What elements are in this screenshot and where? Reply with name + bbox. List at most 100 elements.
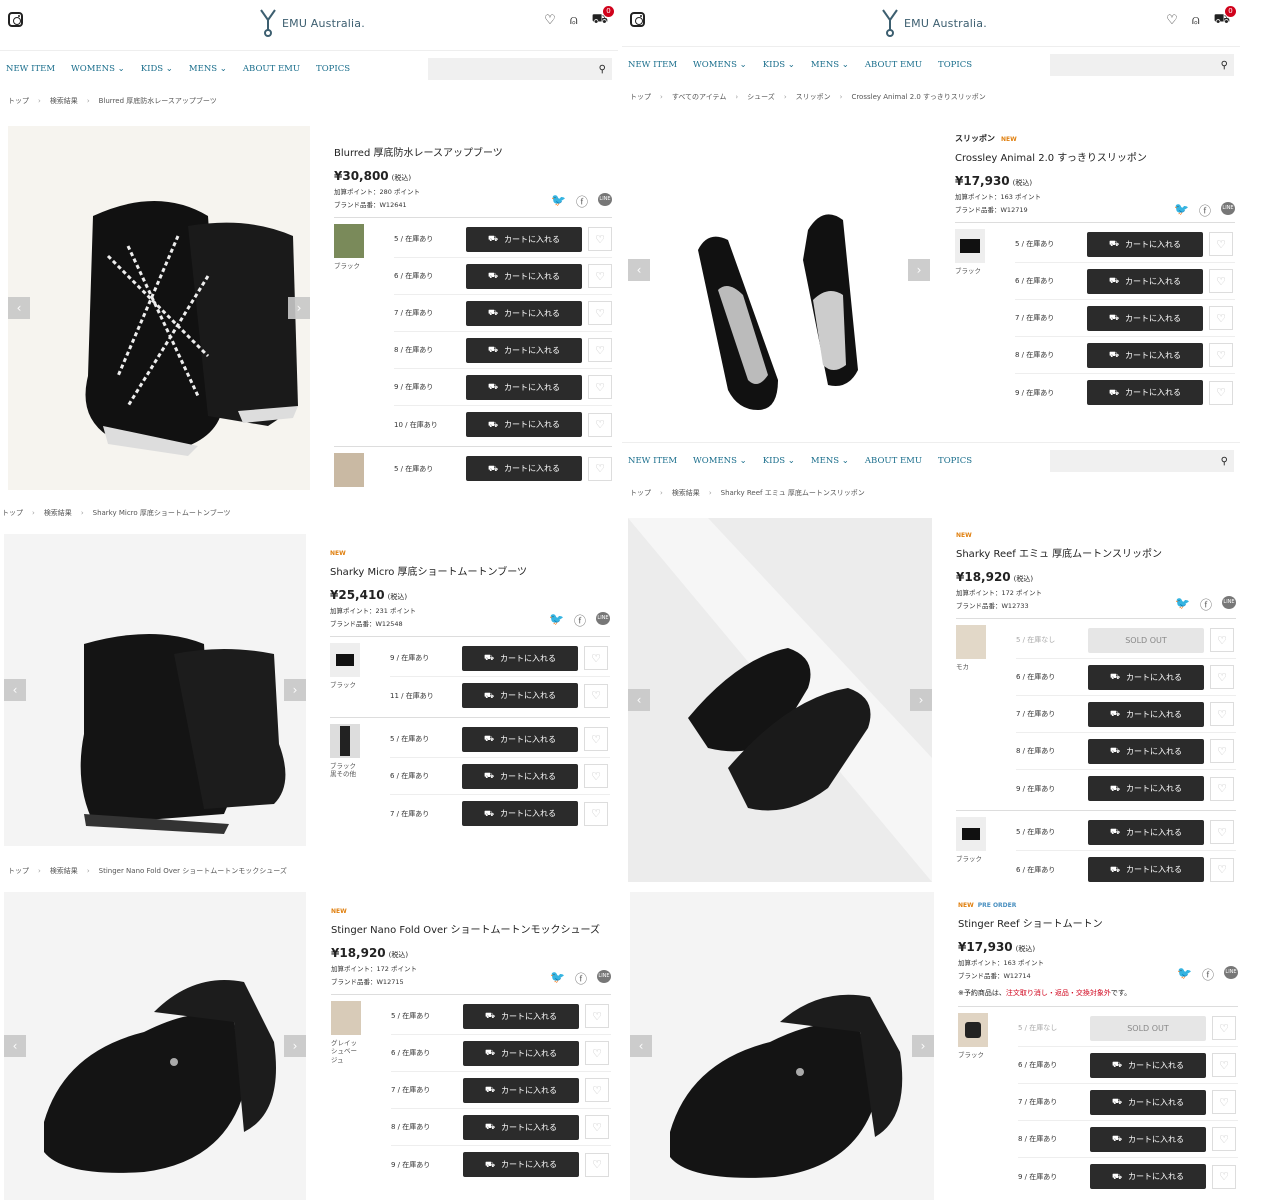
twitter-icon[interactable]: 🐦 — [1175, 596, 1190, 613]
instagram-icon[interactable] — [8, 12, 23, 27]
account-icon[interactable]: ⍝ — [1192, 13, 1200, 28]
facebook-icon[interactable]: ⓕ — [576, 193, 588, 210]
facebook-icon[interactable]: ⓕ — [1200, 596, 1212, 613]
line-icon[interactable]: LINE — [598, 193, 612, 206]
instagram-icon[interactable] — [630, 12, 645, 27]
cart-link[interactable]: ⛟ 0 — [1214, 6, 1236, 29]
nav-new-item[interactable]: NEW ITEM — [628, 60, 677, 70]
add-to-cart-button[interactable]: ⛟ カートに入れる — [466, 300, 582, 326]
add-to-cart-button[interactable]: ⛟ カートに入れる — [1087, 231, 1203, 257]
crumb-top[interactable]: トップ — [630, 489, 651, 497]
nav-about[interactable]: ABOUT EMU — [865, 456, 922, 466]
favorite-heart-icon[interactable]: ♡ — [1212, 1016, 1236, 1040]
favorite-heart-icon[interactable]: ♡ — [1210, 665, 1234, 689]
search-input[interactable]: ⚲ — [1050, 54, 1234, 76]
carousel-prev-button[interactable]: ‹ — [4, 679, 26, 701]
carousel-next-button[interactable]: › — [908, 259, 930, 281]
nav-womens[interactable]: WOMENS ⌄ — [71, 64, 125, 74]
nav-womens[interactable]: WOMENS ⌄ — [693, 456, 747, 466]
add-to-cart-button[interactable]: ⛟ カートに入れる — [466, 412, 582, 437]
color-swatch[interactable]: ブラック — [955, 229, 985, 275]
twitter-icon[interactable]: 🐦 — [1177, 966, 1192, 983]
favorite-heart-icon[interactable]: ♡ — [1210, 857, 1234, 882]
color-swatch[interactable]: ブラック — [334, 224, 364, 270]
favorite-heart-icon[interactable]: ♡ — [584, 801, 608, 826]
favorite-heart-icon[interactable]: ♡ — [1210, 776, 1234, 801]
line-icon[interactable]: LINE — [596, 612, 610, 625]
crumb-top[interactable]: トップ — [8, 97, 29, 105]
favorite-heart-icon[interactable]: ♡ — [585, 1078, 609, 1102]
favorite-heart-icon[interactable]: ♡ — [1210, 739, 1234, 763]
favorite-heart-icon[interactable]: ♡ — [588, 227, 612, 251]
wishlist-heart-icon[interactable]: ♡ — [1166, 13, 1178, 28]
logo[interactable]: EMU Australia. — [880, 8, 987, 38]
favorite-heart-icon[interactable]: ♡ — [1209, 232, 1233, 256]
nav-mens[interactable]: MENS ⌄ — [811, 60, 849, 70]
facebook-icon[interactable]: ⓕ — [1199, 202, 1211, 219]
favorite-heart-icon[interactable]: ♡ — [585, 1041, 609, 1065]
add-to-cart-button[interactable]: ⛟ カートに入れる — [1090, 1089, 1206, 1115]
favorite-heart-icon[interactable]: ♡ — [584, 764, 608, 788]
favorite-heart-icon[interactable]: ♡ — [588, 456, 612, 481]
crumb-search[interactable]: 検索結果 — [50, 97, 78, 105]
crumb-slipon[interactable]: スリッポン — [796, 93, 831, 101]
add-to-cart-button[interactable]: ⛟ カートに入れる — [462, 726, 578, 752]
add-to-cart-button[interactable]: ⛟ カートに入れる — [462, 683, 578, 708]
add-to-cart-button[interactable]: ⛟ カートに入れる — [1088, 776, 1204, 801]
add-to-cart-button[interactable]: ⛟ カートに入れる — [463, 1152, 579, 1177]
favorite-heart-icon[interactable]: ♡ — [1209, 306, 1233, 330]
crumb-shoes[interactable]: シューズ — [747, 93, 775, 101]
twitter-icon[interactable]: 🐦 — [549, 612, 564, 629]
carousel-next-button[interactable]: › — [284, 1035, 306, 1057]
favorite-heart-icon[interactable]: ♡ — [1209, 269, 1233, 293]
facebook-icon[interactable]: ⓕ — [574, 612, 586, 629]
nav-new-item[interactable]: NEW ITEM — [628, 456, 677, 466]
nav-kids[interactable]: KIDS ⌄ — [141, 64, 173, 74]
add-to-cart-button[interactable]: ⛟ カートに入れる — [466, 263, 582, 289]
color-swatch[interactable]: ブラック — [956, 817, 986, 863]
search-input[interactable]: ⚲ — [428, 58, 612, 80]
favorite-heart-icon[interactable]: ♡ — [1212, 1164, 1236, 1189]
crumb-all[interactable]: すべてのアイテム — [672, 93, 727, 101]
search-input[interactable]: ⚲ — [1050, 450, 1234, 472]
favorite-heart-icon[interactable]: ♡ — [584, 646, 608, 670]
twitter-icon[interactable]: 🐦 — [1174, 202, 1189, 219]
favorite-heart-icon[interactable]: ♡ — [588, 412, 612, 437]
account-icon[interactable]: ⍝ — [570, 13, 578, 28]
nav-topics[interactable]: TOPICS — [316, 64, 350, 74]
line-icon[interactable]: LINE — [1224, 966, 1238, 979]
add-to-cart-button[interactable]: ⛟ カートに入れる — [1087, 342, 1203, 368]
favorite-heart-icon[interactable]: ♡ — [1210, 820, 1234, 844]
favorite-heart-icon[interactable]: ♡ — [1212, 1127, 1236, 1151]
favorite-heart-icon[interactable]: ♡ — [1212, 1053, 1236, 1077]
logo[interactable]: EMU Australia. — [258, 8, 365, 38]
search-icon[interactable]: ⚲ — [1221, 60, 1228, 71]
nav-about[interactable]: ABOUT EMU — [243, 64, 300, 74]
favorite-heart-icon[interactable]: ♡ — [1209, 380, 1233, 405]
facebook-icon[interactable]: ⓕ — [575, 970, 587, 987]
line-icon[interactable]: LINE — [1222, 596, 1236, 609]
favorite-heart-icon[interactable]: ♡ — [588, 264, 612, 288]
carousel-prev-button[interactable]: ‹ — [8, 297, 30, 319]
nav-womens[interactable]: WOMENS ⌄ — [693, 60, 747, 70]
favorite-heart-icon[interactable]: ♡ — [1210, 628, 1234, 652]
nav-mens[interactable]: MENS ⌄ — [811, 456, 849, 466]
add-to-cart-button[interactable]: ⛟ カートに入れる — [463, 1040, 579, 1066]
cart-link[interactable]: ⛟ 0 — [592, 6, 614, 29]
add-to-cart-button[interactable]: ⛟ カートに入れる — [463, 1077, 579, 1103]
line-icon[interactable]: LINE — [597, 970, 611, 983]
carousel-next-button[interactable]: › — [284, 679, 306, 701]
add-to-cart-button[interactable]: ⛟ カートに入れる — [463, 1114, 579, 1140]
note-warning[interactable]: 注文取り消し・返品・交換対象外 — [1006, 989, 1111, 997]
add-to-cart-button[interactable]: ⛟ カートに入れる — [466, 456, 582, 481]
add-to-cart-button[interactable]: ⛟ カートに入れる — [466, 337, 582, 363]
add-to-cart-button[interactable]: ⛟ カートに入れる — [1088, 857, 1204, 882]
add-to-cart-button[interactable]: ⛟ カートに入れる — [1087, 380, 1203, 405]
add-to-cart-button[interactable]: ⛟ カートに入れる — [1090, 1164, 1206, 1189]
nav-kids[interactable]: KIDS ⌄ — [763, 60, 795, 70]
favorite-heart-icon[interactable]: ♡ — [585, 1004, 609, 1028]
add-to-cart-button[interactable]: ⛟ カートに入れる — [1087, 305, 1203, 331]
color-swatch[interactable]: ブラック — [330, 643, 360, 689]
favorite-heart-icon[interactable]: ♡ — [588, 338, 612, 362]
crumb-top[interactable]: トップ — [630, 93, 651, 101]
